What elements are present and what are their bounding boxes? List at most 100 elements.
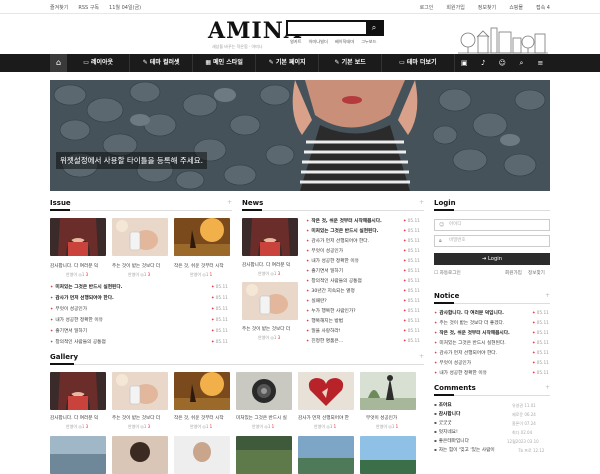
join-link[interactable]: 회원가입	[446, 4, 464, 11]
issue-list-item[interactable]: ✦ 미처있는 그것은 반드시 실현된다.	[50, 284, 122, 290]
news-list-item[interactable]: ✦ 무엇이 성공인가	[306, 248, 343, 254]
news-thumb-1[interactable]	[242, 218, 298, 256]
gallery-thumb-caption[interactable]: 주는 것이 받는 것보다 더	[112, 415, 170, 421]
keyword-link[interactable]: 영카트	[290, 39, 302, 45]
issue-thumb-2[interactable]	[112, 218, 168, 256]
gallery-thumb-7[interactable]	[50, 436, 106, 474]
keyword-link[interactable]: 베이직테마	[335, 39, 354, 45]
news-thumb-2[interactable]	[242, 282, 298, 320]
gallery-thumb-4[interactable]	[236, 372, 292, 410]
issue-list-item[interactable]: ✦ 즐기면서 일하기	[50, 328, 87, 334]
news-list-item[interactable]: ✦ 진정한 명품은...	[306, 338, 343, 344]
comment-item[interactable]: ▪ 멋지네요!	[434, 429, 458, 435]
news-thumb-caption[interactable]: 주는 것이 받는 것보다 더	[242, 326, 300, 332]
issue-title[interactable]: Issue	[50, 199, 71, 207]
gallery-thumb-2[interactable]	[112, 372, 168, 410]
search-button[interactable]: ⌕	[366, 22, 382, 34]
issue-thumb-1[interactable]	[50, 218, 106, 256]
gallery-thumb-11[interactable]	[298, 436, 354, 474]
news-more-icon[interactable]: +	[419, 199, 424, 206]
bag-icon[interactable]: ▣	[455, 54, 474, 72]
issue-list-item[interactable]: ✦ 창의적인 사람들의 공통점	[50, 339, 106, 345]
news-list-item[interactable]: ✦ 즐기면서 일하기	[306, 268, 343, 274]
comments-title[interactable]: Comments	[434, 384, 476, 392]
news-list-item[interactable]: ✦ 미처있는 그것은 반드시 실현된다.	[306, 228, 378, 234]
keyword-link[interactable]: 그누보드	[361, 39, 376, 45]
password-field[interactable]: 🔒︎ 비밀번호	[434, 235, 550, 247]
news-list-item[interactable]: ✦ 30년간 지속되는 열정	[306, 288, 355, 294]
nav-item-more-themes[interactable]: ▭ 테마 더보기	[382, 54, 455, 72]
bell-icon[interactable]: ♪	[474, 54, 493, 72]
notice-list-item[interactable]: ✦ 감사가 먼저 선행되어야 한다.	[434, 350, 497, 356]
gallery-title[interactable]: Gallery	[50, 353, 78, 361]
comment-item[interactable]: ▪ 굿굿굿	[434, 420, 452, 426]
nav-item-board[interactable]: ✎ 기본 보드	[319, 54, 383, 72]
gallery-thumb-12[interactable]	[360, 436, 416, 474]
gallery-thumb-caption[interactable]: 감사가 먼저 선행되어야 한	[298, 415, 356, 421]
search-box[interactable]: ⌕	[286, 20, 384, 36]
news-thumb-caption[interactable]: 감사합니다. 다 여러분 덕	[242, 262, 300, 268]
user-icon[interactable]: ☺	[493, 54, 512, 72]
auto-login-checkbox[interactable]: ☐ 자동로그인	[434, 270, 461, 276]
find-info-link[interactable]: 정보찾기	[478, 4, 496, 11]
keyword-link[interactable]: 아미나빌더	[309, 39, 328, 45]
notice-list-item[interactable]: ✦ 무엇이 성공인가	[434, 360, 471, 366]
rss-link[interactable]: RSS 구독	[78, 4, 99, 11]
gallery-thumb-5[interactable]	[298, 372, 354, 410]
menu-icon[interactable]: ≡	[531, 54, 550, 72]
issue-thumb-3[interactable]	[174, 218, 230, 256]
issue-thumb-caption[interactable]: 주는 것이 받는 것보다 더	[112, 263, 170, 269]
nav-item-main-style[interactable]: ▦ 메인 스타일	[193, 54, 257, 72]
gallery-thumb-3[interactable]	[174, 372, 230, 410]
issue-list-item[interactable]: ✦ 무엇이 성공인가	[50, 306, 87, 312]
home-button[interactable]: ⌂	[50, 54, 68, 72]
issue-thumb-caption[interactable]: 감사합니다. 다 여러분 덕	[50, 263, 108, 269]
comment-item[interactable]: ▪ 조아요	[434, 402, 452, 408]
notice-more-icon[interactable]: +	[545, 292, 550, 299]
news-list-item[interactable]: ✦ 창의적인 사람들의 공통점	[306, 278, 362, 284]
issue-more-icon[interactable]: +	[227, 199, 232, 206]
nav-item-page[interactable]: ✎ 기본 페이지	[256, 54, 320, 72]
find-info-link[interactable]: 정보찾기	[528, 270, 545, 276]
notice-list-item[interactable]: ✦ 작은 것, 쉬운 것부터 시작해봅시다.	[434, 330, 510, 336]
gallery-thumb-caption[interactable]: 작은 것, 쉬운 것부터 시작	[174, 415, 232, 421]
hero-banner[interactable]	[50, 80, 550, 191]
news-list-item[interactable]: ✦ 작은 것, 쉬운 것부터 시작해봅시다.	[306, 218, 382, 224]
search-icon[interactable]: ⌕	[512, 54, 531, 72]
notice-list-item[interactable]: ✦ 감사합니다. 다 여러분 덕입니다.	[434, 310, 504, 316]
gallery-more-icon[interactable]: +	[419, 353, 424, 360]
visitor-count[interactable]: 접속 4	[536, 4, 550, 11]
nav-item-layout[interactable]: ▭ 레이아웃	[67, 54, 131, 72]
comments-more-icon[interactable]: +	[545, 384, 550, 391]
news-list-item[interactable]: ✦ 일을 사랑하라!	[306, 328, 341, 334]
comment-item[interactable]: ▪ 자는 힘이 '잊고 '있는 사람이	[434, 447, 495, 453]
gallery-thumb-caption[interactable]: 미처있는 그것은 반드시 실	[236, 415, 294, 421]
favorites-link[interactable]: 즐겨찾기	[50, 4, 68, 11]
news-list-item[interactable]: ✦ 누가 행복한 사람인가?	[306, 308, 356, 314]
notice-list-item[interactable]: ✦ 주는 것이 받는 것보다 더 좋겠다.	[434, 320, 504, 326]
news-list-item[interactable]: ✦ 감사가 먼저 선행되어야 한다.	[306, 238, 369, 244]
gallery-thumb-10[interactable]	[236, 436, 292, 474]
gallery-thumb-9[interactable]	[174, 436, 230, 474]
notice-title[interactable]: Notice	[434, 292, 459, 300]
login-button[interactable]: ⇥ Login	[434, 253, 550, 265]
nav-item-color[interactable]: ✎ 테마 컬러셋	[130, 54, 194, 72]
gallery-thumb-6[interactable]	[360, 372, 416, 410]
news-list-item[interactable]: ✦ 행복해지는 방법	[306, 318, 343, 324]
news-title[interactable]: News	[242, 199, 263, 207]
join-link[interactable]: 회원가입	[505, 270, 522, 276]
issue-list-item[interactable]: ✦ 내가 성공한 정확한 이유	[50, 317, 103, 323]
login-link[interactable]: 로그인	[420, 4, 434, 11]
news-list-item[interactable]: ✦ 실패란?	[306, 298, 327, 304]
notice-list-item[interactable]: ✦ 내가 성공한 정확한 이유	[434, 370, 487, 376]
shop-link[interactable]: 쇼핑몰	[509, 4, 523, 11]
issue-thumb-caption[interactable]: 작은 것, 쉬운 것부터 시작	[174, 263, 232, 269]
comment-item[interactable]: ▪ 좋은테마입니다	[434, 438, 469, 444]
gallery-thumb-1[interactable]	[50, 372, 106, 410]
gallery-thumb-caption[interactable]: 감사합니다. 다 여러분 덕	[50, 415, 108, 421]
gallery-thumb-8[interactable]	[112, 436, 168, 474]
issue-list-item[interactable]: ✦ 감사가 먼저 선행되어야 한다.	[50, 295, 114, 301]
gallery-thumb-caption[interactable]: 무엇이 성공인가	[366, 415, 424, 421]
id-field[interactable]: ☺ 아이디	[434, 219, 550, 231]
notice-list-item[interactable]: ✦ 미처있는 그것은 반드시 실현된다.	[434, 340, 506, 346]
